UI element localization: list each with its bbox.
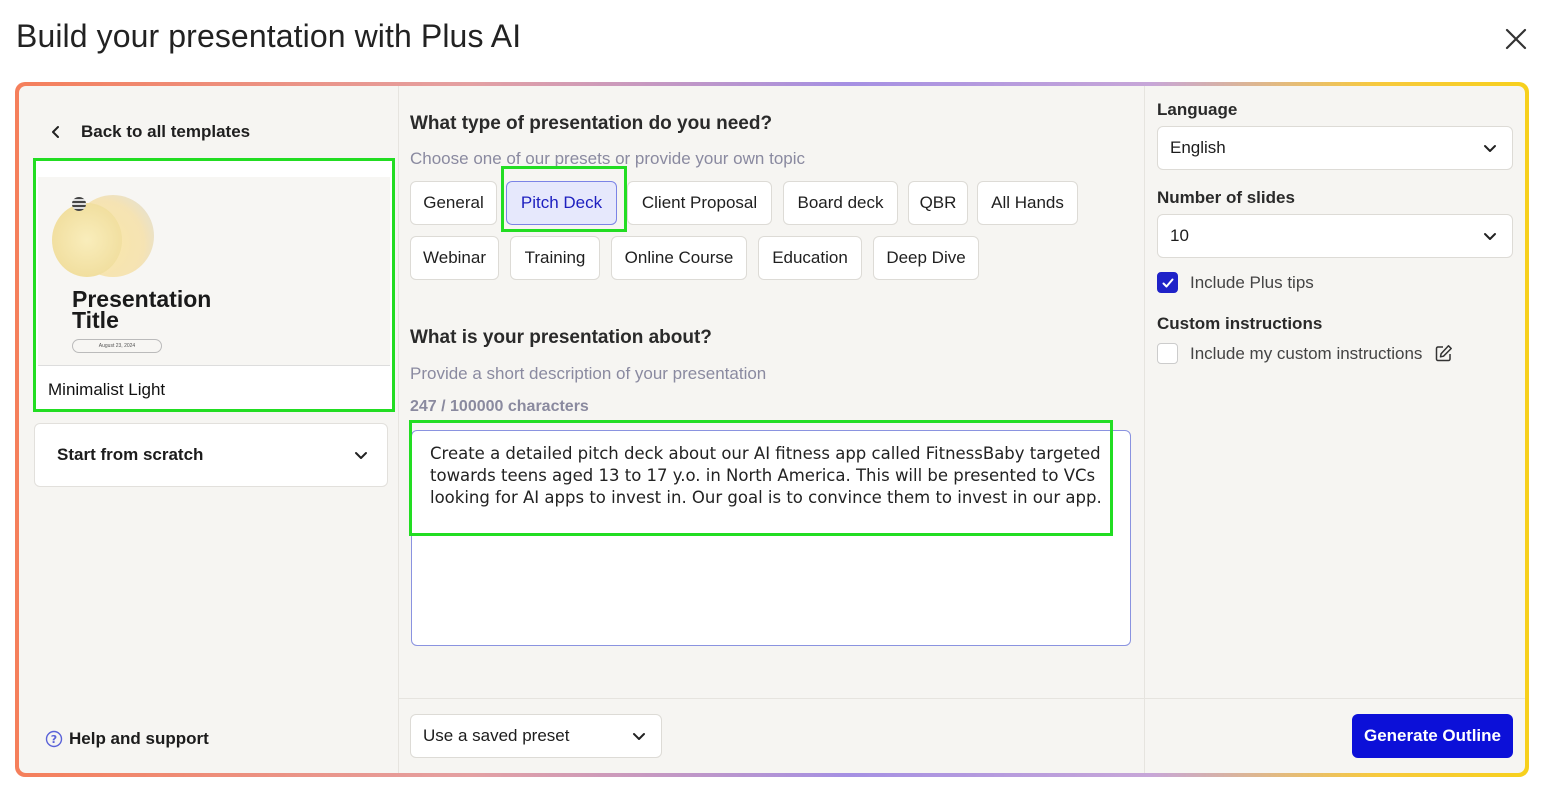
generate-outline-button[interactable]: Generate Outline xyxy=(1352,714,1513,758)
description-textarea[interactable]: Create a detailed pitch deck about our A… xyxy=(411,430,1131,646)
chip-all-hands[interactable]: All Hands xyxy=(977,181,1078,225)
help-and-support-link[interactable]: ? Help and support xyxy=(45,729,209,749)
dialog-body: Back to all templates Presentation Title… xyxy=(19,86,1525,773)
chip-education[interactable]: Education xyxy=(758,236,862,280)
language-value: English xyxy=(1170,138,1226,157)
settings-panel: Language English Number of slides 10 Inc… xyxy=(1144,86,1525,773)
chip-board-deck[interactable]: Board deck xyxy=(783,181,898,225)
chip-online-course[interactable]: Online Course xyxy=(611,236,747,280)
saved-preset-dropdown[interactable]: Use a saved preset xyxy=(410,714,662,758)
preview-title: Presentation Title xyxy=(72,286,212,333)
character-counter: 247 / 100000 characters xyxy=(410,398,589,415)
slides-value: 10 xyxy=(1170,226,1189,245)
preview-logo-icon xyxy=(72,197,86,211)
chevron-left-icon xyxy=(52,126,59,138)
chip-deep-dive[interactable]: Deep Dive xyxy=(873,236,979,280)
custom-instructions-checkbox[interactable] xyxy=(1157,343,1178,364)
chip-qbr[interactable]: QBR xyxy=(908,181,968,225)
language-select[interactable]: English xyxy=(1157,126,1513,170)
page-title: Build your presentation with Plus AI xyxy=(16,18,522,54)
close-icon[interactable] xyxy=(1503,26,1529,52)
slides-label: Number of slides xyxy=(1157,188,1295,207)
template-card[interactable]: Presentation Title August 23, 2024 Minim… xyxy=(33,158,395,412)
language-label: Language xyxy=(1157,100,1238,119)
custom-instructions-label: Custom instructions xyxy=(1157,314,1323,333)
plus-tips-label: Include Plus tips xyxy=(1190,272,1314,292)
preview-circle-decoration xyxy=(52,203,122,277)
help-icon: ? xyxy=(45,730,63,748)
plus-tips-row: Include Plus tips xyxy=(1157,272,1314,293)
slides-select[interactable]: 10 xyxy=(1157,214,1513,258)
back-label: Back to all templates xyxy=(81,122,251,141)
custom-instructions-check-label: Include my custom instructions xyxy=(1190,343,1423,363)
about-subheading: Provide a short description of your pres… xyxy=(410,364,767,383)
chip-general[interactable]: General xyxy=(410,181,497,225)
template-preview: Presentation Title August 23, 2024 xyxy=(38,177,390,365)
back-to-templates-link[interactable]: Back to all templates xyxy=(49,122,250,142)
chip-training[interactable]: Training xyxy=(510,236,600,280)
template-panel: Back to all templates Presentation Title… xyxy=(19,86,399,773)
type-heading: What type of presentation do you need? xyxy=(410,113,773,134)
chip-client-proposal[interactable]: Client Proposal xyxy=(627,181,772,225)
preset-label: Use a saved preset xyxy=(423,726,570,745)
preview-date: August 23, 2024 xyxy=(72,339,162,353)
scratch-label: Start from scratch xyxy=(57,445,204,464)
edit-icon[interactable] xyxy=(1434,344,1453,363)
help-label: Help and support xyxy=(69,729,209,748)
chevron-down-icon xyxy=(1484,233,1496,240)
about-heading: What is your presentation about? xyxy=(410,327,712,348)
check-icon xyxy=(1162,278,1173,287)
chevron-down-icon xyxy=(355,452,367,459)
chevron-down-icon xyxy=(633,733,645,740)
template-name: Minimalist Light xyxy=(38,365,390,409)
presentation-form: What type of presentation do you need? C… xyxy=(399,86,1144,773)
dialog-frame: Back to all templates Presentation Title… xyxy=(15,82,1529,777)
chip-pitch-deck[interactable]: Pitch Deck xyxy=(506,181,617,225)
custom-instructions-row: Include my custom instructions xyxy=(1157,343,1453,364)
type-subheading: Choose one of our presets or provide you… xyxy=(410,149,806,168)
start-from-scratch-dropdown[interactable]: Start from scratch xyxy=(34,423,388,487)
plus-tips-checkbox[interactable] xyxy=(1157,272,1178,293)
form-footer: Use a saved preset xyxy=(399,698,1144,773)
svg-text:?: ? xyxy=(51,733,57,746)
settings-footer: Generate Outline xyxy=(1145,698,1525,773)
chevron-down-icon xyxy=(1484,145,1496,152)
chip-webinar[interactable]: Webinar xyxy=(410,236,499,280)
